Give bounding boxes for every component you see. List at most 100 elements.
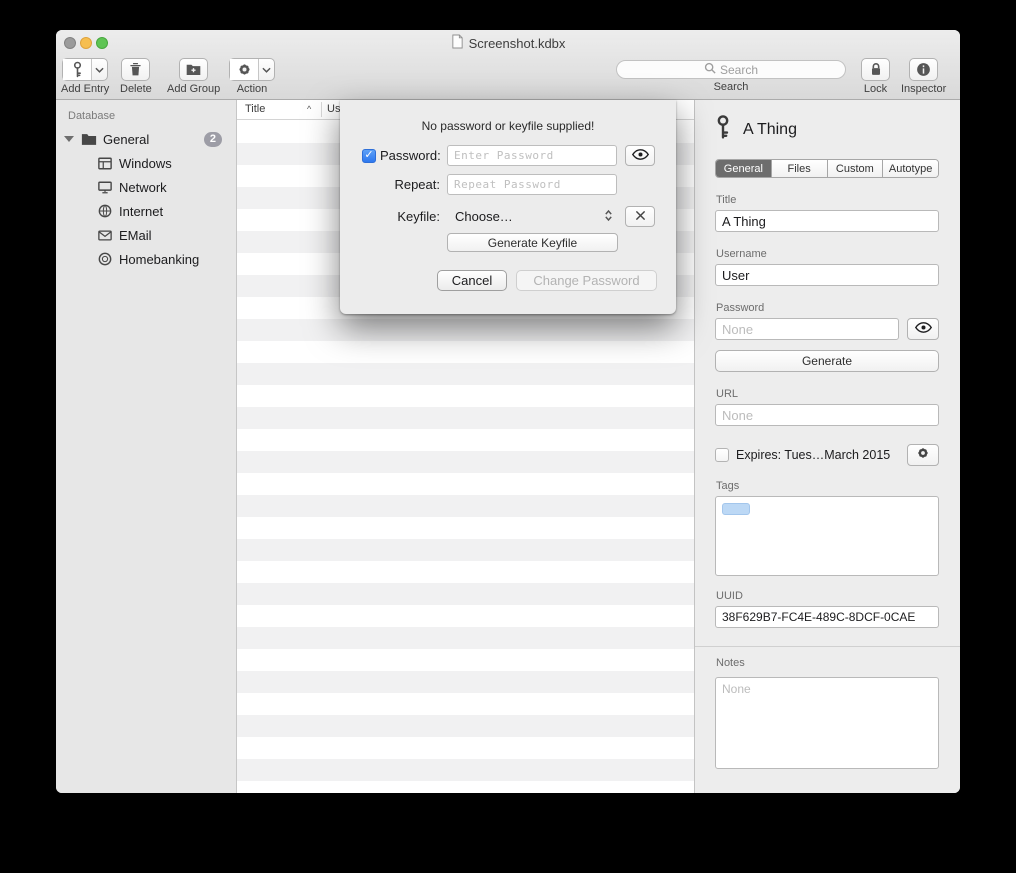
change-password-button[interactable]: Change Password [516, 270, 657, 291]
tags-field[interactable] [715, 496, 939, 576]
add-entry-button[interactable] [62, 58, 108, 81]
dialog-reveal-button[interactable] [625, 145, 655, 166]
action-label: Action [237, 83, 268, 95]
check-icon: ✓ [364, 150, 373, 161]
eye-icon [915, 320, 932, 338]
tab-general[interactable]: General [716, 160, 772, 177]
window-chrome: Screenshot.kdbx Add Entry [56, 30, 960, 100]
sort-indicator: ^ [307, 104, 311, 114]
dialog-message: No password or keyfile supplied! [340, 119, 676, 133]
close-button[interactable] [64, 37, 76, 49]
password-label: Password [716, 302, 939, 314]
dialog-password-label: Password: [380, 148, 440, 163]
gear-icon [230, 59, 259, 80]
delete-label: Delete [120, 83, 152, 95]
tab-files[interactable]: Files [772, 160, 828, 177]
chevron-down-icon[interactable] [259, 59, 274, 80]
app-window: Screenshot.kdbx Add Entry [56, 30, 960, 793]
sidebar-item-windows[interactable]: Windows [56, 151, 236, 175]
dialog-repeat-field[interactable] [447, 174, 617, 195]
password-row: ✓ Password: [362, 145, 655, 166]
dialog-password-field[interactable] [447, 145, 617, 166]
add-group-button[interactable] [179, 58, 208, 81]
clear-keyfile-button[interactable] [625, 206, 655, 227]
document-icon [451, 34, 464, 52]
tab-custom[interactable]: Custom [828, 160, 884, 177]
title-field[interactable] [715, 210, 939, 232]
disclosure-triangle-icon[interactable] [64, 136, 74, 142]
expires-checkbox[interactable] [715, 448, 729, 462]
search-group: Search Search [616, 58, 846, 93]
dialog-repeat-label: Repeat: [380, 177, 440, 192]
tag-token[interactable] [722, 503, 750, 515]
coin-icon [96, 252, 113, 266]
zoom-button[interactable] [96, 37, 108, 49]
count-badge: 2 [204, 132, 222, 147]
sidebar-item-label: Internet [119, 204, 163, 219]
column-divider[interactable] [321, 102, 322, 117]
add-entry-group: Add Entry [61, 58, 109, 95]
notes-field[interactable] [715, 677, 939, 769]
inspector-group: Inspector [901, 58, 946, 95]
sidebar-item-network[interactable]: Network [56, 175, 236, 199]
delete-group: Delete [120, 58, 152, 95]
username-field[interactable] [715, 264, 939, 286]
generate-keyfile-button[interactable]: Generate Keyfile [447, 233, 618, 252]
generate-password-button[interactable]: Generate [715, 350, 939, 372]
entry-title: A Thing [743, 121, 797, 139]
password-checkbox[interactable]: ✓ [362, 149, 376, 163]
key-icon [63, 59, 92, 80]
repeat-row: Repeat: [362, 174, 617, 195]
change-password-dialog: No password or keyfile supplied! ✓ Passw… [340, 100, 676, 314]
add-group-label: Add Group [167, 83, 220, 95]
desktop-background: Screenshot.kdbx Add Entry [0, 0, 1016, 873]
search-label: Search [714, 81, 749, 93]
keyfile-popup[interactable]: Choose… [447, 206, 617, 227]
sidebar-item-internet[interactable]: Internet [56, 199, 236, 223]
chevron-down-icon[interactable] [92, 59, 107, 80]
search-placeholder: Search [720, 63, 758, 77]
display-icon [96, 181, 113, 194]
action-button[interactable] [229, 58, 275, 81]
inspector-panel: A Thing General Files Custom Autotype Ti… [694, 100, 960, 793]
sidebar-item-label: EMail [119, 228, 152, 243]
tab-autotype[interactable]: Autotype [883, 160, 938, 177]
gear-icon [916, 446, 930, 465]
username-label: Username [716, 248, 939, 260]
expires-options-button[interactable] [907, 444, 939, 466]
sidebar: Database General 2 Windows [56, 100, 237, 793]
expires-label: Expires: Tues…March 2015 [736, 448, 900, 462]
inspector-label: Inspector [901, 83, 946, 95]
uuid-field[interactable] [715, 606, 939, 628]
window-title: Screenshot.kdbx [469, 36, 566, 51]
group-label: General [103, 132, 149, 147]
minimize-button[interactable] [80, 37, 92, 49]
sidebar-item-label: Homebanking [119, 252, 199, 267]
notes-label: Notes [716, 657, 939, 669]
trash-icon [129, 62, 142, 77]
url-label: URL [716, 388, 939, 400]
sidebar-item-email[interactable]: EMail [56, 223, 236, 247]
lock-label: Lock [864, 83, 887, 95]
reveal-password-button[interactable] [907, 318, 939, 340]
sidebar-header: Database [68, 110, 236, 122]
cancel-button[interactable]: Cancel [437, 270, 507, 291]
keyfile-row: Keyfile: Choose… [362, 206, 655, 227]
delete-button[interactable] [121, 58, 150, 81]
action-group: Action [229, 58, 275, 95]
sidebar-item-general[interactable]: General 2 [56, 127, 236, 151]
lock-button[interactable] [861, 58, 890, 81]
search-icon [704, 62, 716, 77]
url-field[interactable] [715, 404, 939, 426]
column-header-title[interactable]: Title [245, 103, 265, 115]
search-input[interactable]: Search [616, 60, 846, 79]
sidebar-item-homebanking[interactable]: Homebanking [56, 247, 236, 271]
dialog-keyfile-label: Keyfile: [380, 209, 440, 224]
inspector-button[interactable] [909, 58, 938, 81]
toolbar: Add Entry Delete [56, 56, 960, 100]
title-label: Title [716, 194, 939, 206]
sidebar-item-label: Windows [119, 156, 172, 171]
stepper-icon [604, 209, 613, 225]
password-field[interactable] [715, 318, 899, 340]
x-icon [635, 208, 646, 226]
